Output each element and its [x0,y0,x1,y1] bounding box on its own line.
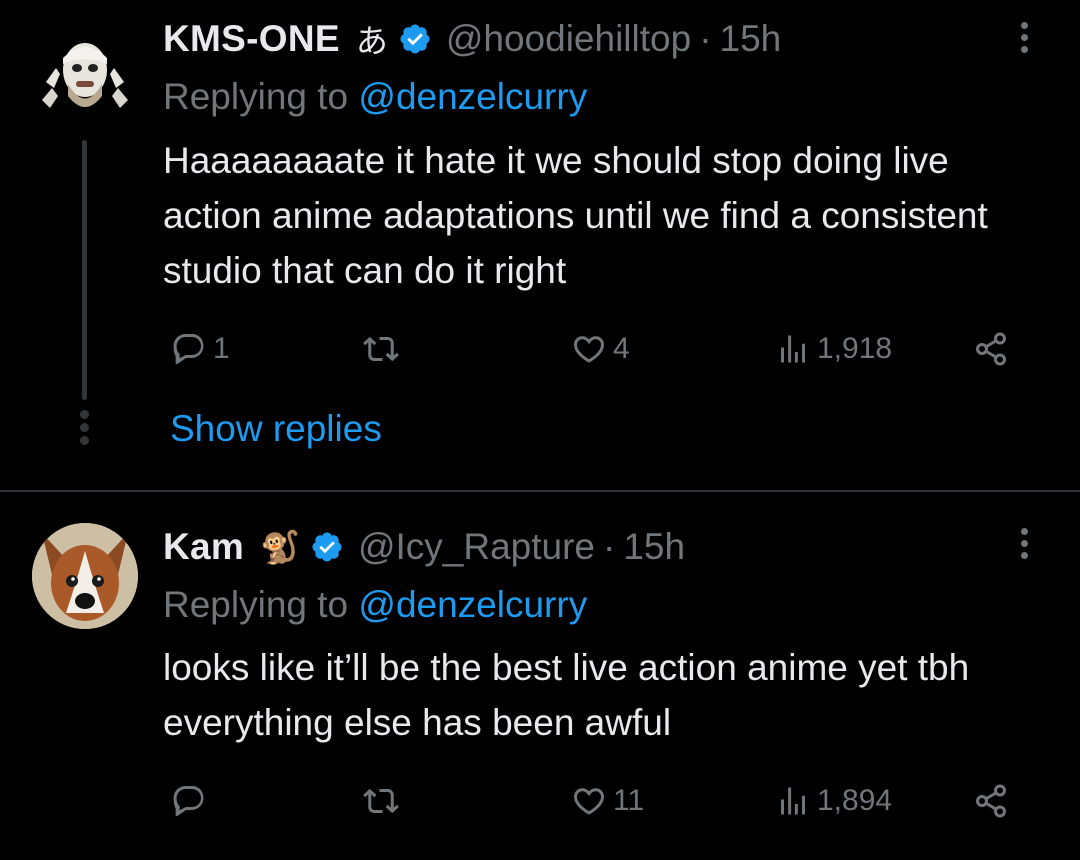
replying-to: Replying to @denzelcurry [163,584,587,626]
user-handle[interactable]: @Icy_Rapture [358,526,595,568]
share-icon [976,784,1006,818]
tweet-kam[interactable]: Kam 🐒 @Icy_Rapture · 15h Replying to @de… [0,492,1080,860]
thread-line [82,140,87,400]
like-count: 4 [613,332,630,365]
name-emoji: 🐒 [260,528,300,566]
action-bar: 1 4 1,918 [163,324,1023,374]
retweet-icon [363,788,399,814]
thread-ellipsis-icon [80,410,89,446]
avatar[interactable] [32,523,138,629]
share-button[interactable] [973,776,1009,826]
user-handle[interactable]: @hoodiehilltop [446,18,691,60]
retweet-button[interactable] [363,776,405,826]
heart-icon [573,788,605,815]
reply-icon [173,786,204,817]
verified-badge-icon[interactable] [310,530,344,564]
avatar-image [32,523,138,629]
more-options-icon[interactable] [1017,22,1031,56]
reply-icon [173,334,204,365]
action-bar: 11 1,894 [163,776,1023,826]
mention-link[interactable]: @denzelcurry [358,584,587,625]
timestamp[interactable]: 15h [720,18,782,60]
view-count: 1,918 [817,332,893,365]
replying-to-label: Replying to [163,584,359,625]
reply-button[interactable]: 1 [171,324,230,374]
name-emoji: あ [355,22,388,60]
display-name[interactable]: Kam [163,526,244,568]
views-button[interactable]: 1,894 [775,776,892,826]
mention-link[interactable]: @denzelcurry [358,76,587,117]
views-button[interactable]: 1,918 [775,324,892,374]
reply-count: 1 [213,332,230,365]
like-count: 11 [613,784,645,817]
views-icon [781,787,805,815]
avatar[interactable] [32,18,138,124]
views-icon [781,335,805,363]
separator: · [603,526,616,567]
show-replies-link[interactable]: Show replies [170,408,382,450]
reply-button[interactable] [171,776,213,826]
share-button[interactable] [973,324,1009,374]
like-button[interactable]: 4 [571,324,630,374]
tweet-text: looks like it’ll be the best live action… [163,647,970,743]
retweet-icon [363,336,399,362]
timestamp[interactable]: 15h [623,526,685,568]
share-icon [976,332,1006,366]
more-options-icon[interactable] [1017,528,1031,562]
display-name[interactable]: KMS-ONE [163,18,340,60]
replying-to: Replying to @denzelcurry [163,76,587,118]
tweet-kms-one[interactable]: KMS-ONE あ @hoodiehilltop · 15h Replying … [0,0,1080,492]
retweet-button[interactable] [363,324,405,374]
tweet-text: Haaaaaaaate it hate it we should stop do… [163,140,988,291]
verified-badge-icon[interactable] [398,22,432,56]
view-count: 1,894 [817,784,893,817]
avatar-image [32,18,138,124]
separator: · [699,18,712,59]
heart-icon [573,336,605,363]
tweet-header: KMS-ONE あ @hoodiehilltop · 15h [163,14,781,64]
like-button[interactable]: 11 [571,776,644,826]
replying-to-label: Replying to [163,76,359,117]
tweet-header: Kam 🐒 @Icy_Rapture · 15h [163,522,685,572]
